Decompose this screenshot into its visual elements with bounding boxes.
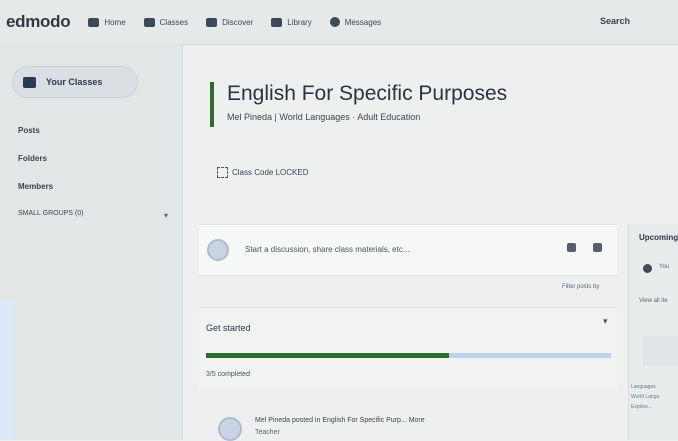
progress-status: 3/5 completed: [206, 371, 250, 378]
class-code[interactable]: Class Code LOCKED: [217, 167, 308, 178]
sidebar-item-folders[interactable]: Folders: [18, 154, 47, 163]
post-composer[interactable]: Start a discussion, share class material…: [199, 224, 617, 276]
nav-library-label: Library: [287, 17, 312, 27]
chevron-down-icon[interactable]: ▾: [603, 316, 608, 327]
filter-posts-dropdown[interactable]: Filter posts by: [562, 284, 599, 290]
get-started-card: Get started ▾ 3/5 completed: [199, 307, 617, 388]
sidebar: Your Classes Posts Folders Members SMALL…: [0, 44, 183, 440]
classes-icon: [23, 76, 36, 88]
post-author-role: Teacher: [255, 429, 280, 436]
upcoming-note: Explore...: [631, 404, 653, 410]
nav-classes[interactable]: Classes: [143, 17, 189, 27]
window-edge-overlay: [0, 300, 14, 440]
calendar-icon: [643, 264, 652, 273]
nav-home[interactable]: Home: [88, 17, 126, 27]
messages-icon: [329, 17, 340, 27]
upcoming-title: Upcoming: [639, 233, 678, 242]
upcoming-note: World Langu: [631, 394, 660, 400]
class-title: English For Specific Purposes: [227, 82, 508, 105]
your-classes-button[interactable]: Your Classes: [12, 66, 138, 98]
sidebar-item-members[interactable]: Members: [18, 182, 53, 191]
sidebar-item-posts[interactable]: Posts: [18, 126, 40, 135]
chevron-down-icon[interactable]: ▾: [164, 211, 168, 220]
attach-file-icon[interactable]: [567, 243, 576, 252]
app-logo[interactable]: edmodo: [6, 12, 71, 32]
class-code-label: Class Code LOCKED: [232, 168, 309, 177]
nav-library[interactable]: Library: [271, 17, 312, 27]
progress-bar-fill: [206, 353, 449, 358]
upcoming-item: You: [659, 264, 670, 270]
your-classes-label: Your Classes: [46, 77, 103, 87]
attach-link-icon[interactable]: [593, 243, 602, 252]
home-icon: [88, 17, 100, 27]
upcoming-note: Languages: [631, 384, 656, 390]
view-all-link[interactable]: View all ite: [639, 298, 668, 304]
nav-messages-label: Messages: [344, 17, 382, 27]
nav-home-label: Home: [104, 17, 126, 27]
nav-discover[interactable]: Discover: [206, 17, 254, 27]
composer-placeholder[interactable]: Start a discussion, share class material…: [245, 245, 410, 254]
discover-icon: [206, 17, 218, 27]
class-subtitle: Mel Pineda | World Languages · Adult Edu…: [227, 112, 421, 122]
top-nav-bar: edmodo Home Classes Discover Library Mes…: [0, 0, 678, 45]
post-summary[interactable]: Mel Pineda posted in English For Specifi…: [255, 417, 425, 424]
upcoming-placeholder: [643, 336, 678, 366]
classes-icon: [143, 17, 155, 27]
progress-bar: [206, 353, 611, 358]
sidebar-item-small-groups[interactable]: SMALL GROUPS (0): [18, 210, 83, 217]
get-started-title: Get started: [206, 323, 251, 333]
nav-classes-label: Classes: [159, 17, 189, 27]
user-avatar-icon: [207, 239, 229, 261]
upcoming-panel: Upcoming You View all ite Languages Worl…: [628, 224, 678, 440]
post-author-avatar: [218, 417, 242, 441]
nav-messages[interactable]: Messages: [329, 17, 382, 27]
search-input[interactable]: Search: [600, 16, 630, 26]
expand-icon: [217, 167, 228, 178]
nav-discover-label: Discover: [222, 17, 254, 27]
library-icon: [271, 17, 283, 27]
class-accent-bar: [210, 82, 214, 127]
